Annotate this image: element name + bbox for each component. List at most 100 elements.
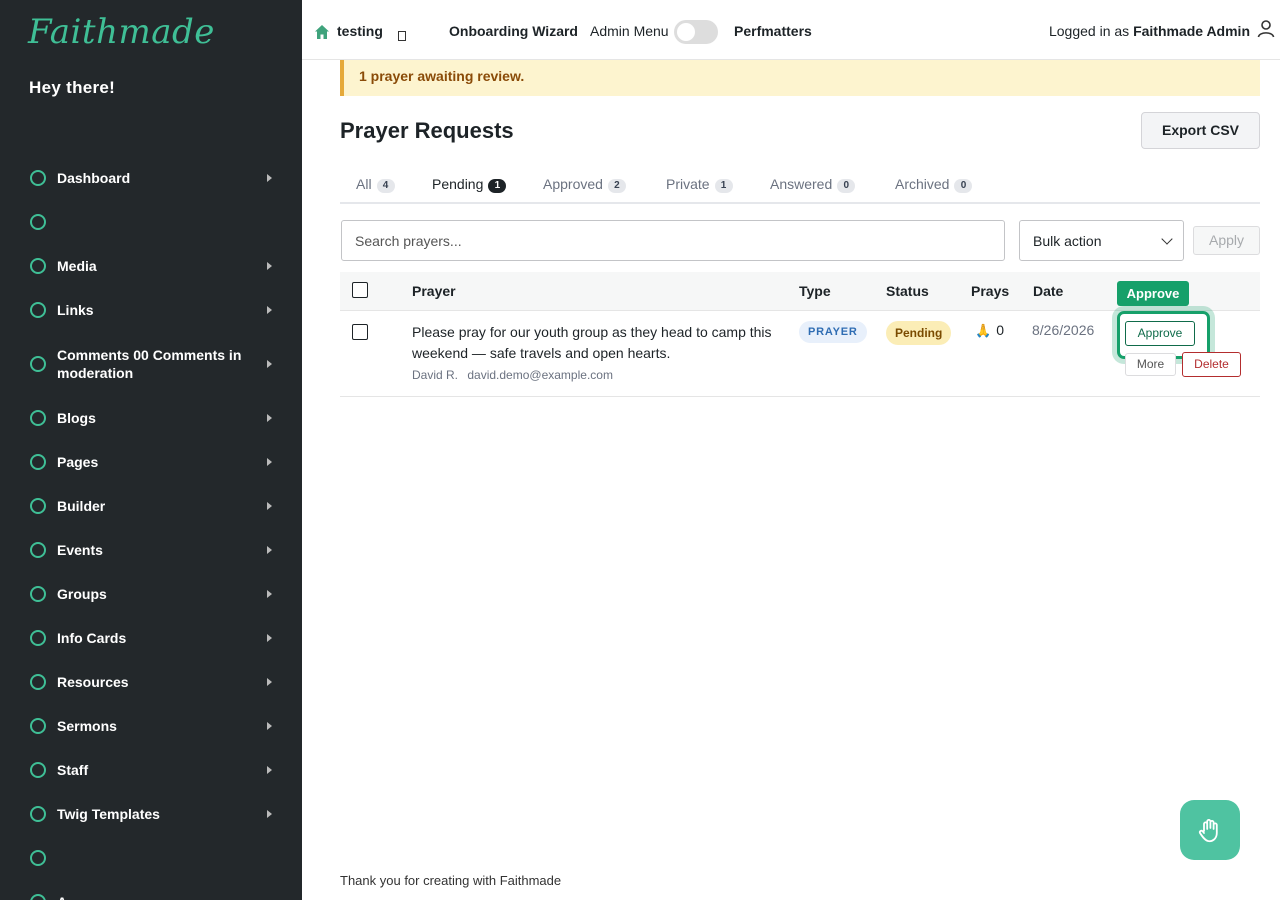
tab-label: All [356,176,372,192]
sidebar-item-blogs[interactable]: Blogs [0,396,302,440]
sidebar-item-events[interactable]: Events [0,528,302,572]
help-button[interactable] [1180,800,1240,860]
sidebar-item-item-1[interactable] [0,200,302,244]
bulk-action-value: Bulk action [1033,233,1102,249]
sidebar-item-label: Events [57,542,103,558]
perfmatters-link[interactable]: Perfmatters [734,23,812,39]
sidebar-item-twig[interactable]: Twig Templates [0,792,302,836]
admin-sidebar: Faithmade Hey there! Dashboard Media Links… [0,0,302,900]
logged-in-status[interactable]: Logged in as Faithmade Admin [1049,23,1250,39]
sidebar-item-dashboard[interactable]: Dashboard [0,156,302,200]
footer-text: Thank you for creating with Faithmade [340,873,562,888]
circle-icon [30,674,46,690]
page-title: Prayer Requests [340,118,514,143]
admin-menu-toggle[interactable] [674,20,718,44]
approve-tooltip: Approve [1117,281,1189,306]
prayer-date: 8/26/2026 [1032,322,1095,338]
circle-icon [30,850,46,866]
notification-icon[interactable] [398,31,406,41]
circle-icon [30,630,46,646]
chevron-right-icon [267,502,272,510]
chevron-right-icon [267,414,272,422]
tab-pending[interactable]: Pending 1 [432,176,507,193]
chevron-right-icon [267,458,272,466]
sidebar-item-media[interactable]: Media [0,244,302,288]
circle-icon [30,356,46,372]
tab-private[interactable]: Private 1 [666,176,733,193]
logged-in-user: Faithmade Admin [1133,23,1250,39]
user-icon[interactable] [1256,18,1276,38]
sidebar-item-resources[interactable]: Resources [0,660,302,704]
sidebar-item-comments[interactable]: Comments 00 Comments in moderation [0,332,302,396]
tab-count: 1 [714,179,733,193]
sidebar-item-label: Blogs [57,410,96,426]
tab-label: Pending [432,176,484,192]
sidebar-item-label: Sermons [57,718,117,734]
hand-wave-icon [1198,819,1218,843]
logged-in-prefix: Logged in as [1048,23,1134,39]
tab-count: 0 [954,179,973,193]
more-button[interactable]: More [1125,353,1176,376]
prayer-text: Please pray for our youth group as they … [412,324,772,361]
approve-button[interactable]: Approve [1125,321,1195,346]
tab-count: 2 [607,179,626,193]
export-csv-button[interactable]: Export CSV [1141,112,1260,149]
type-badge: PRAYER [799,321,867,343]
chevron-right-icon [267,262,272,270]
sidebar-item-info[interactable]: Info Cards [0,616,302,660]
tab-approved[interactable]: Approved 2 [543,176,626,193]
sidebar-item-label: Staff [57,762,89,778]
circle-icon [30,542,46,558]
toggle-knob [677,23,695,41]
chevron-right-icon [267,678,272,686]
admin-menu-label: Admin Menu [590,23,669,39]
sidebar-item-staff[interactable]: Staff [0,748,302,792]
circle-icon [30,762,46,778]
pending-notice-text: 1 prayer awaiting review. [359,68,525,84]
column-header-status: Status [886,283,929,299]
delete-button[interactable]: Delete [1182,352,1241,377]
circle-icon [30,410,46,426]
sidebar-item-label: Twig Templates [57,806,160,822]
search-prayers-input[interactable] [341,220,1005,261]
chevron-right-icon [267,766,272,774]
chevron-down-icon [1161,233,1173,245]
chevron-right-icon [267,174,272,182]
bulk-action-select[interactable]: Bulk action [1019,220,1184,261]
status-badge: Pending [886,321,952,345]
circle-icon [30,454,46,470]
sidebar-item-label: Comments 00 Comments in moderation [57,347,242,381]
tab-label: Archived [895,176,950,192]
circle-icon [30,894,46,900]
apply-button[interactable]: Apply [1193,226,1260,255]
circle-icon [30,170,46,186]
chevron-right-icon [267,722,272,730]
sidebar-item-item-15[interactable] [0,836,302,880]
sidebar-item-label: Dashboard [57,170,131,186]
home-icon[interactable] [314,24,330,40]
sidebar-item-a[interactable]: A... [0,880,302,900]
column-header-type: Type [799,283,831,299]
onboarding-wizard-link[interactable]: Onboarding Wizard [449,23,578,39]
site-name-link[interactable]: testing [337,23,383,39]
sidebar-item-pages[interactable]: Pages [0,440,302,484]
row-checkbox[interactable] [352,324,368,340]
sidebar-item-sermons[interactable]: Sermons [0,704,302,748]
faithmade-logo[interactable]: Faithmade [28,12,215,52]
sidebar-item-links[interactable]: Links [0,288,302,332]
tab-label: Private [666,176,710,192]
chevron-right-icon [267,306,272,314]
prays-count: 🙏 0 [975,322,1004,339]
sidebar-item-label: A... [57,893,247,900]
circle-icon [30,214,46,230]
circle-icon [30,718,46,734]
tab-all[interactable]: All 4 [356,176,395,193]
sidebar-item-label: Resources [57,674,129,690]
sidebar-item-builder[interactable]: Builder [0,484,302,528]
sidebar-item-groups[interactable]: Groups [0,572,302,616]
tab-answered[interactable]: Answered 0 [770,176,856,193]
chevron-right-icon [267,634,272,642]
select-all-checkbox[interactable] [352,282,368,298]
tab-archived[interactable]: Archived 0 [895,176,973,193]
sidebar-item-label: Groups [57,586,107,602]
